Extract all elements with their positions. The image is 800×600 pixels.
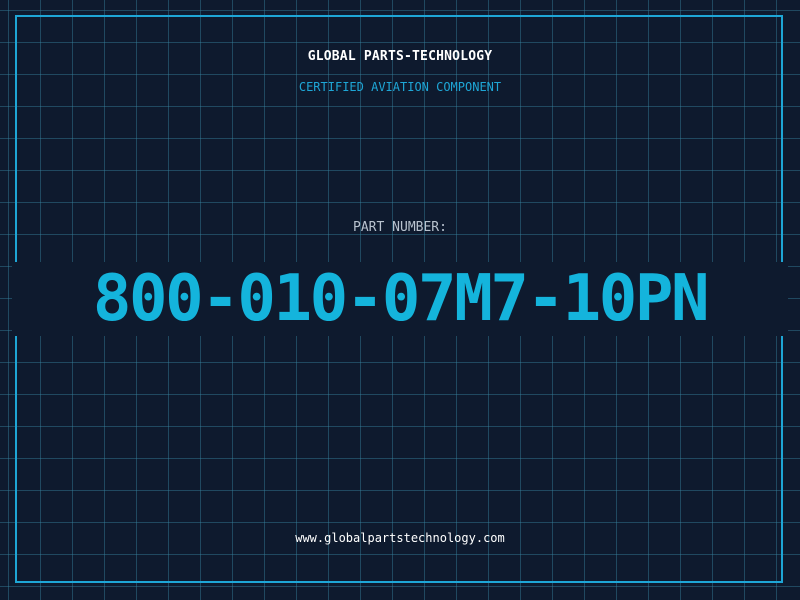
part-number-value: 800-010-07M7-10PN [92,262,710,336]
part-number-label: PART NUMBER: [353,220,447,235]
company-name: GLOBAL PARTS-TECHNOLOGY [307,49,493,64]
certification-subtitle: CERTIFIED AVIATION COMPONENT [298,80,502,94]
website-url: www.globalpartstechnology.com [295,531,505,545]
